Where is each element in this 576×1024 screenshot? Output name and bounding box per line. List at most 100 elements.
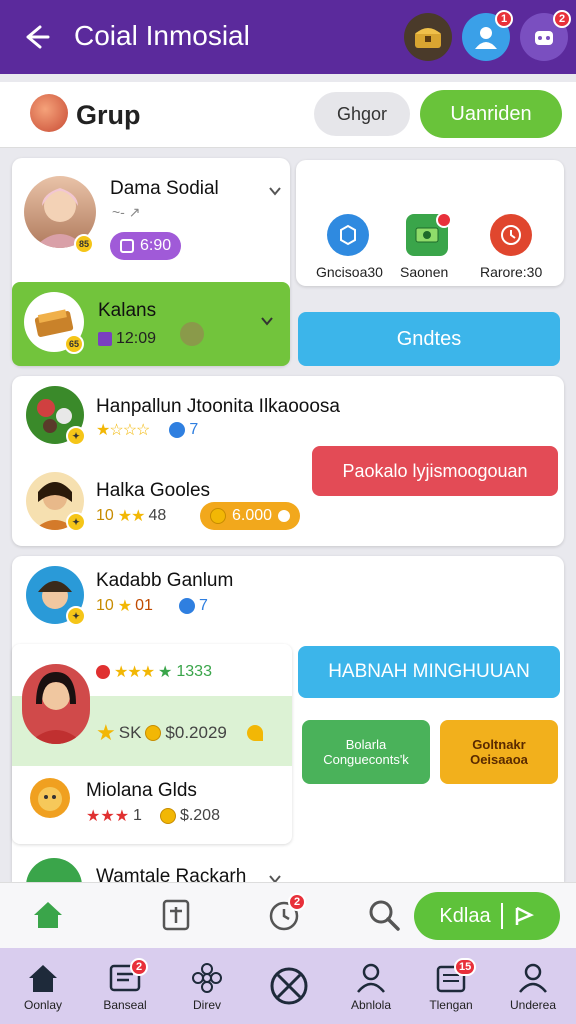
nav-label-direv: Direv (192, 998, 221, 1012)
profile-name: Dama Sodial (110, 178, 219, 199)
member-3-name: Kadabb Ganlum (96, 570, 234, 591)
user-icon (357, 963, 385, 993)
member-1-name: Hanpallun Jtoonita Ilkaooosa (96, 396, 341, 417)
home-icon[interactable] (30, 897, 66, 933)
plus-icon (278, 510, 291, 522)
member-3-badge: ✦ (66, 606, 86, 626)
gem-icon (120, 239, 134, 253)
member-2-badge: ✦ (66, 512, 86, 532)
member-3-num: 01 (135, 597, 153, 614)
kalans-stat: 12:09 (98, 330, 156, 348)
green-tile-button[interactable]: Bolarla Congueconts'k (302, 720, 430, 784)
quick-action-3[interactable] (490, 214, 532, 256)
treasure-chest-icon (415, 28, 441, 48)
member-5-value: $.208 (179, 807, 220, 824)
profile-level-badge: 85 (74, 234, 94, 254)
square-icon (98, 332, 112, 346)
featured-earnings: ★ SK $0.2029 (96, 720, 263, 746)
orange-tile-button[interactable]: Goltnakr Oeisaaoa (440, 720, 558, 784)
members-card-1: ✦ Hanpallun Jtoonita Ilkaooosa ★☆☆☆ 7 ✦ … (12, 376, 564, 546)
featured-num: 1333 (176, 663, 212, 680)
member-5-stars: ★★★ (86, 808, 130, 825)
home-icon (29, 965, 57, 992)
primary-button[interactable]: Uanriden (420, 90, 562, 138)
nav-badge-tlengan: 15 (454, 958, 477, 976)
featured-rating: ★★★ ★ 1333 (96, 662, 212, 682)
profile-points-value: 6:90 (140, 237, 172, 254)
nav-label-banseal: Banseal (103, 998, 147, 1012)
member-5-num: 1 (133, 807, 142, 824)
featured-value: $0.2029 (165, 723, 227, 742)
member-2-name: Halka Gooles (96, 480, 211, 501)
treasure-chest-button[interactable] (404, 13, 452, 61)
document-icon[interactable] (158, 897, 194, 933)
nav-badge-banseal: 2 (130, 958, 148, 976)
app-title: Coial Inmosial (74, 20, 250, 51)
member-5-name: Miolana Glds (86, 780, 197, 801)
member-3-stars: ★ (117, 598, 132, 615)
member-5-rating: ★★★ 1 $.208 (86, 806, 220, 826)
nav-label-underea: Underea (509, 998, 557, 1012)
member-3-rating: 10 ★ 01 7 (96, 596, 208, 616)
profile-button[interactable]: 1 (462, 10, 513, 61)
quick-action-1-label: Gncisoa30 (316, 264, 383, 280)
nav-item-banseal[interactable]: 2 Banseal (84, 948, 166, 1024)
primary-action-label: Kdlaa (439, 904, 491, 927)
member-1-stars: ★☆☆☆ (96, 422, 150, 439)
nav-item-abnlola[interactable]: Abnlola (330, 948, 412, 1024)
kalans-card[interactable]: 65 Kalans 12:09 (12, 282, 290, 366)
nav-item-center[interactable] (248, 948, 330, 1024)
featured-left: SK (118, 723, 142, 742)
mascot-icon (180, 322, 204, 346)
primary-action-button[interactable]: Kdlaa (414, 892, 560, 940)
gndtes-button[interactable]: Gndtes (298, 312, 560, 366)
chevron-down-icon[interactable] (268, 184, 282, 198)
member-1-rating: ★☆☆☆ 7 (96, 420, 198, 440)
nav-item-tlengan[interactable]: 15 Tlengan (410, 948, 492, 1024)
member-avatar-4[interactable] (22, 664, 90, 744)
kalans-level-badge: 65 (64, 334, 84, 354)
profile-points-pill: 6:90 (110, 232, 182, 260)
kalans-name: Kalans (98, 300, 157, 321)
drop-icon (246, 725, 263, 741)
search-icon[interactable] (366, 897, 402, 933)
member-2-coins: 6.000 (232, 507, 273, 524)
chevron-down-icon[interactable] (260, 314, 274, 328)
featured-member-card: ★★★ ★ 1333 ★ SK $0.2029 Miolana Glds ★★★… (12, 644, 292, 844)
back-arrow-icon[interactable] (18, 20, 52, 54)
bottom-navigation: Oonlay 2 Banseal Direv Abnlola 15 Tlenga… (0, 948, 576, 1024)
member-avatar-5[interactable] (26, 774, 74, 822)
nav-item-oonlay[interactable]: Oonlay (2, 948, 84, 1024)
coin-icon (159, 808, 176, 824)
member-2-rating: 10 ★★ 48 (96, 506, 166, 526)
member-1-count: 7 (189, 421, 199, 438)
info-dot-icon (178, 598, 195, 614)
member-2-num: 48 (148, 507, 167, 524)
profile-badge: 1 (495, 10, 513, 28)
money-icon (415, 227, 439, 243)
robot-button[interactable]: 2 (520, 10, 571, 61)
member-2-stars: ★★ (117, 508, 146, 525)
member-2-prefix: 10 (96, 507, 114, 524)
habnah-button[interactable]: HABNAH MINGHUUAN (298, 646, 560, 698)
nav-item-direv[interactable]: Direv (166, 948, 248, 1024)
member-1-badge: ✦ (66, 426, 86, 446)
coin-icon (145, 725, 162, 741)
nav-label-tlengan: Tlengan (429, 998, 473, 1012)
notification-dot (436, 212, 452, 228)
red-action-button[interactable]: Paokalo lyjismoogouan (312, 446, 558, 496)
flag-icon (515, 906, 534, 925)
nav-label-oonlay: Oonlay (23, 998, 63, 1012)
secondary-button[interactable]: Ghgor (314, 92, 410, 136)
profile-tag: ~- ↗ (112, 204, 141, 220)
quick-action-1[interactable] (327, 214, 369, 256)
close-circle-icon (270, 967, 308, 1005)
clock-icon (501, 225, 521, 245)
group-icon (30, 94, 68, 132)
robot-icon (535, 31, 553, 45)
nav-item-underea[interactable]: Underea (492, 948, 574, 1024)
group-title: Grup (76, 100, 141, 130)
kalans-value: 12:09 (116, 330, 157, 347)
group-header: Grup Ghgor Uanriden (0, 82, 576, 148)
quick-action-3-label: Rarore:30 (480, 264, 543, 280)
